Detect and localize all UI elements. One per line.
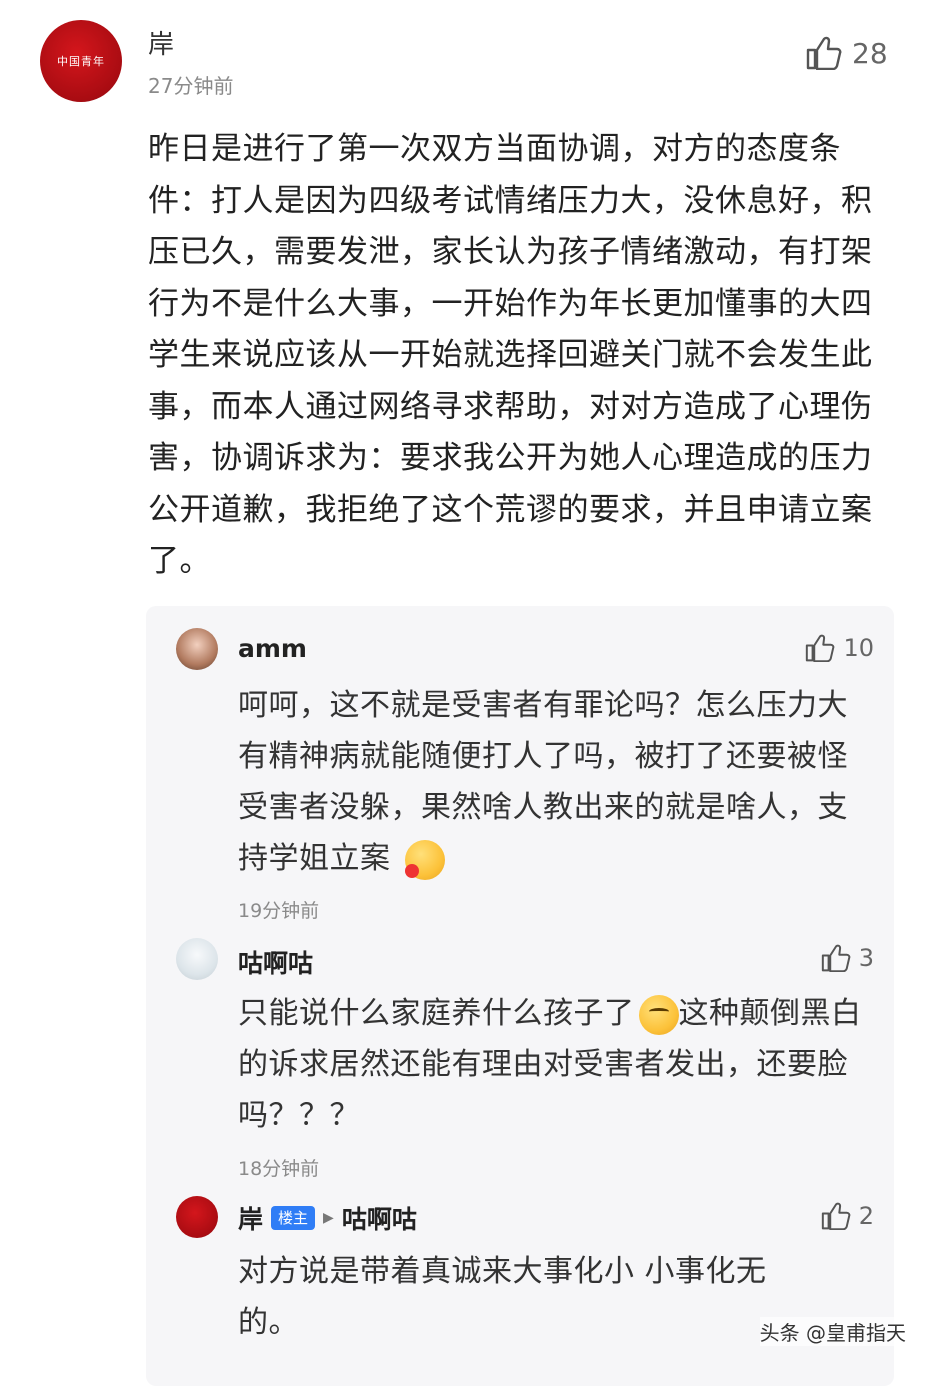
thumbs-up-icon xyxy=(821,1202,851,1230)
reply-author[interactable]: 岸 楼主 ▶ 咕啊咕 xyxy=(238,1200,417,1236)
avatar-logo-text: 中国青年 xyxy=(57,55,105,68)
thumbs-up-icon xyxy=(821,944,851,972)
thumbs-up-icon xyxy=(806,36,842,70)
emoji-icon xyxy=(404,839,445,880)
avatar[interactable] xyxy=(176,1196,218,1238)
reply-text-before-emoji: 只能说什么家庭养什么孩子了 xyxy=(238,996,635,1031)
like-button[interactable]: 3 xyxy=(821,944,874,972)
comment-time: 27分钟前 xyxy=(148,74,234,98)
like-button[interactable]: 28 xyxy=(806,36,888,70)
reply-author-name: 咕啊咕 xyxy=(238,949,314,978)
reply-text: 呵呵，这不就是受害者有罪论吗？怎么压力大有精神病就能随便打人了吗，被打了还要被怪… xyxy=(238,680,868,884)
comment-author[interactable]: 岸 xyxy=(148,24,174,61)
reply-text-content: 呵呵，这不就是受害者有罪论吗？怎么压力大有精神病就能随便打人了吗，被打了还要被怪… xyxy=(238,688,848,876)
like-count: 28 xyxy=(852,36,888,70)
thumbs-up-icon xyxy=(806,634,835,662)
avatar[interactable] xyxy=(176,938,218,980)
emoji-icon xyxy=(638,994,679,1035)
reply-time: 19分钟前 xyxy=(238,900,320,922)
like-button[interactable]: 10 xyxy=(805,634,874,662)
like-count: 10 xyxy=(843,634,874,662)
reply-to-name[interactable]: 咕啊咕 xyxy=(342,1200,417,1236)
reply-author-name: amm xyxy=(238,634,307,663)
reply-arrow-icon: ▶ xyxy=(323,1210,334,1226)
replies-panel: amm 10 呵呵，这不就是受害者有罪论吗？怎么压力大有精神病就能随便打人了吗，… xyxy=(146,606,894,1386)
reply-time: 18分钟前 xyxy=(238,1158,320,1180)
reply-text: 只能说什么家庭养什么孩子了 这种颠倒黑白的诉求居然还能有理由对受害者发出，还要脸吗… xyxy=(238,988,868,1141)
like-count: 3 xyxy=(858,944,874,972)
avatar[interactable] xyxy=(176,628,218,670)
comment-text: 昨日是进行了第一次双方当面协调，对方的态度条件：打人是因为四级考试情绪压力大，没… xyxy=(148,131,873,579)
like-button[interactable]: 2 xyxy=(821,1202,874,1230)
reply-author[interactable]: 咕啊咕 xyxy=(238,944,313,980)
watermark: 头条 @皇甫指天 xyxy=(759,1317,906,1346)
reply-author[interactable]: amm xyxy=(238,634,307,663)
owner-badge: 楼主 xyxy=(271,1206,316,1230)
like-count: 2 xyxy=(858,1202,874,1230)
avatar[interactable]: 中国青年 xyxy=(40,20,122,102)
reply-text: 对方说是带着真诚来大事化小 小事化无的。 xyxy=(238,1254,767,1340)
reply-author-name: 岸 xyxy=(238,1205,264,1234)
